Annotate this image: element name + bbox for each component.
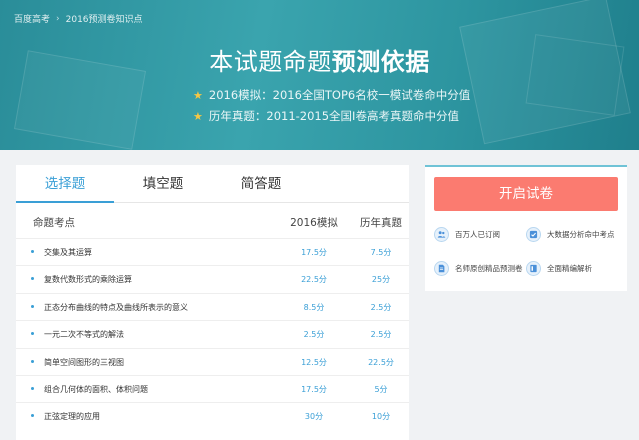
table-body: 交集及其运算 17.5分 7.5分 复数代数形式的乘除运算 22.5分 25分 … xyxy=(16,238,409,430)
row-topic: 组合几何体的面积、体积问题 xyxy=(44,384,148,394)
tab-choice[interactable]: 选择题 xyxy=(16,165,114,202)
feature-label: 百万人已订阅 xyxy=(455,230,500,239)
breadcrumb-home[interactable]: 百度高考 xyxy=(14,12,50,25)
row-mock-score: 12.5分 xyxy=(301,357,327,367)
table-row: 正态分布曲线的特点及曲线所表示的意义 8.5分 2.5分 xyxy=(16,292,409,320)
row-mock-score: 30分 xyxy=(304,412,324,422)
row-topic: 一元二次不等式的解法 xyxy=(44,330,124,340)
row-mock-score: 17.5分 xyxy=(301,248,327,257)
tab-bar: 选择题 填空题 简答题 xyxy=(16,165,409,203)
row-mock-score: 8.5分 xyxy=(303,302,325,312)
row-real-score: 5分 xyxy=(374,384,388,394)
row-mock-score: 17.5分 xyxy=(301,384,327,394)
row-real-score: 7.5分 xyxy=(370,248,392,257)
check-icon xyxy=(526,227,541,242)
bullet-dot xyxy=(31,359,34,363)
breadcrumb-current: 2016预测卷知识点 xyxy=(65,15,143,25)
header-real: 历年真题 xyxy=(360,217,402,229)
title-bold: 预测依据 xyxy=(331,48,430,76)
hero-line: ★ 历年真题：2011-2015全国I卷高考真题命中分值 xyxy=(193,108,459,124)
table-row: 一元二次不等式的解法 2.5分 2.5分 xyxy=(16,320,409,347)
row-topic: 正态分布曲线的特点及曲线所表示的意义 xyxy=(44,302,188,312)
star-icon: ★ xyxy=(193,109,203,123)
row-real-score: 25分 xyxy=(371,275,391,285)
row-mock-score: 22.5分 xyxy=(301,275,327,285)
hero-line-text: 2016模拟：2016全国TOP6名校一模试卷命中分值 xyxy=(208,88,471,102)
feature-label: 名师原创精品预测卷 xyxy=(455,264,523,273)
book-icon xyxy=(526,261,541,276)
bullet-dot xyxy=(31,386,34,390)
feature-label: 全面精编解析 xyxy=(547,264,592,273)
bullet-dot xyxy=(31,332,34,336)
feature-big-data: 大数据分析命中考点 xyxy=(526,227,615,242)
row-mock-score: 2.5分 xyxy=(303,330,325,340)
header-mock: 2016模拟 xyxy=(290,217,338,229)
table-row: 组合几何体的面积、体积问题 17.5分 5分 xyxy=(16,374,409,402)
start-exam-button[interactable]: 开启试卷 xyxy=(434,177,618,211)
row-topic: 简单空间图形的三视图 xyxy=(44,357,124,367)
hero-line-text: 历年真题：2011-2015全国I卷高考真题命中分值 xyxy=(208,109,459,123)
tab-short-answer[interactable]: 简答题 xyxy=(212,165,310,202)
bullet-dot xyxy=(31,250,34,253)
table-row: 复数代数形式的乘除运算 22.5分 25分 xyxy=(16,265,409,292)
table-row: 正弦定理的应用 30分 10分 xyxy=(16,402,409,429)
row-real-score: 2.5分 xyxy=(370,330,392,340)
title-normal: 本试题命题 xyxy=(209,48,332,76)
users-icon xyxy=(434,227,449,242)
star-icon: ★ xyxy=(193,88,203,102)
chevron-right-icon: › xyxy=(56,13,60,24)
page-title: 本试题命题预测依据 xyxy=(0,42,639,77)
row-topic: 正弦定理的应用 xyxy=(44,412,100,422)
active-tab-indicator xyxy=(16,201,114,203)
feature-label: 大数据分析命中考点 xyxy=(547,230,615,239)
row-real-score: 10分 xyxy=(371,412,391,422)
row-real-score: 2.5分 xyxy=(370,302,392,312)
topics-card: 选择题 填空题 简答题 命题考点 2016模拟 历年真题 交集及其运算 17.5… xyxy=(16,165,409,440)
document-icon xyxy=(434,261,449,276)
table-row: 简单空间图形的三视图 12.5分 22.5分 xyxy=(16,347,409,375)
row-topic: 交集及其运算 xyxy=(44,248,92,257)
hero-line: ★ 2016模拟：2016全国TOP6名校一模试卷命中分值 xyxy=(193,87,470,103)
hero-banner: 百度高考 › 2016预测卷知识点 本试题命题预测依据 ★ 2016模拟：201… xyxy=(0,0,639,150)
row-real-score: 22.5分 xyxy=(368,357,394,367)
feature-explanations: 全面精编解析 xyxy=(526,261,592,276)
breadcrumb: 百度高考 › 2016预测卷知识点 xyxy=(14,12,143,26)
table-header: 命题考点 2016模拟 历年真题 xyxy=(16,215,409,233)
table-row: 交集及其运算 17.5分 7.5分 xyxy=(16,238,409,265)
header-topic: 命题考点 xyxy=(33,217,75,229)
tab-fill-blank[interactable]: 填空题 xyxy=(114,165,212,202)
bullet-dot xyxy=(31,304,34,308)
exam-side-panel: 开启试卷 百万人已订阅 大数据分析命中考点 名师原创精品预测卷 全面精编解析 xyxy=(425,165,627,291)
bullet-dot xyxy=(31,277,34,281)
row-topic: 复数代数形式的乘除运算 xyxy=(44,275,132,285)
feature-original-papers: 名师原创精品预测卷 xyxy=(434,261,523,276)
bullet-dot xyxy=(31,414,34,418)
feature-subscribers: 百万人已订阅 xyxy=(434,227,500,242)
